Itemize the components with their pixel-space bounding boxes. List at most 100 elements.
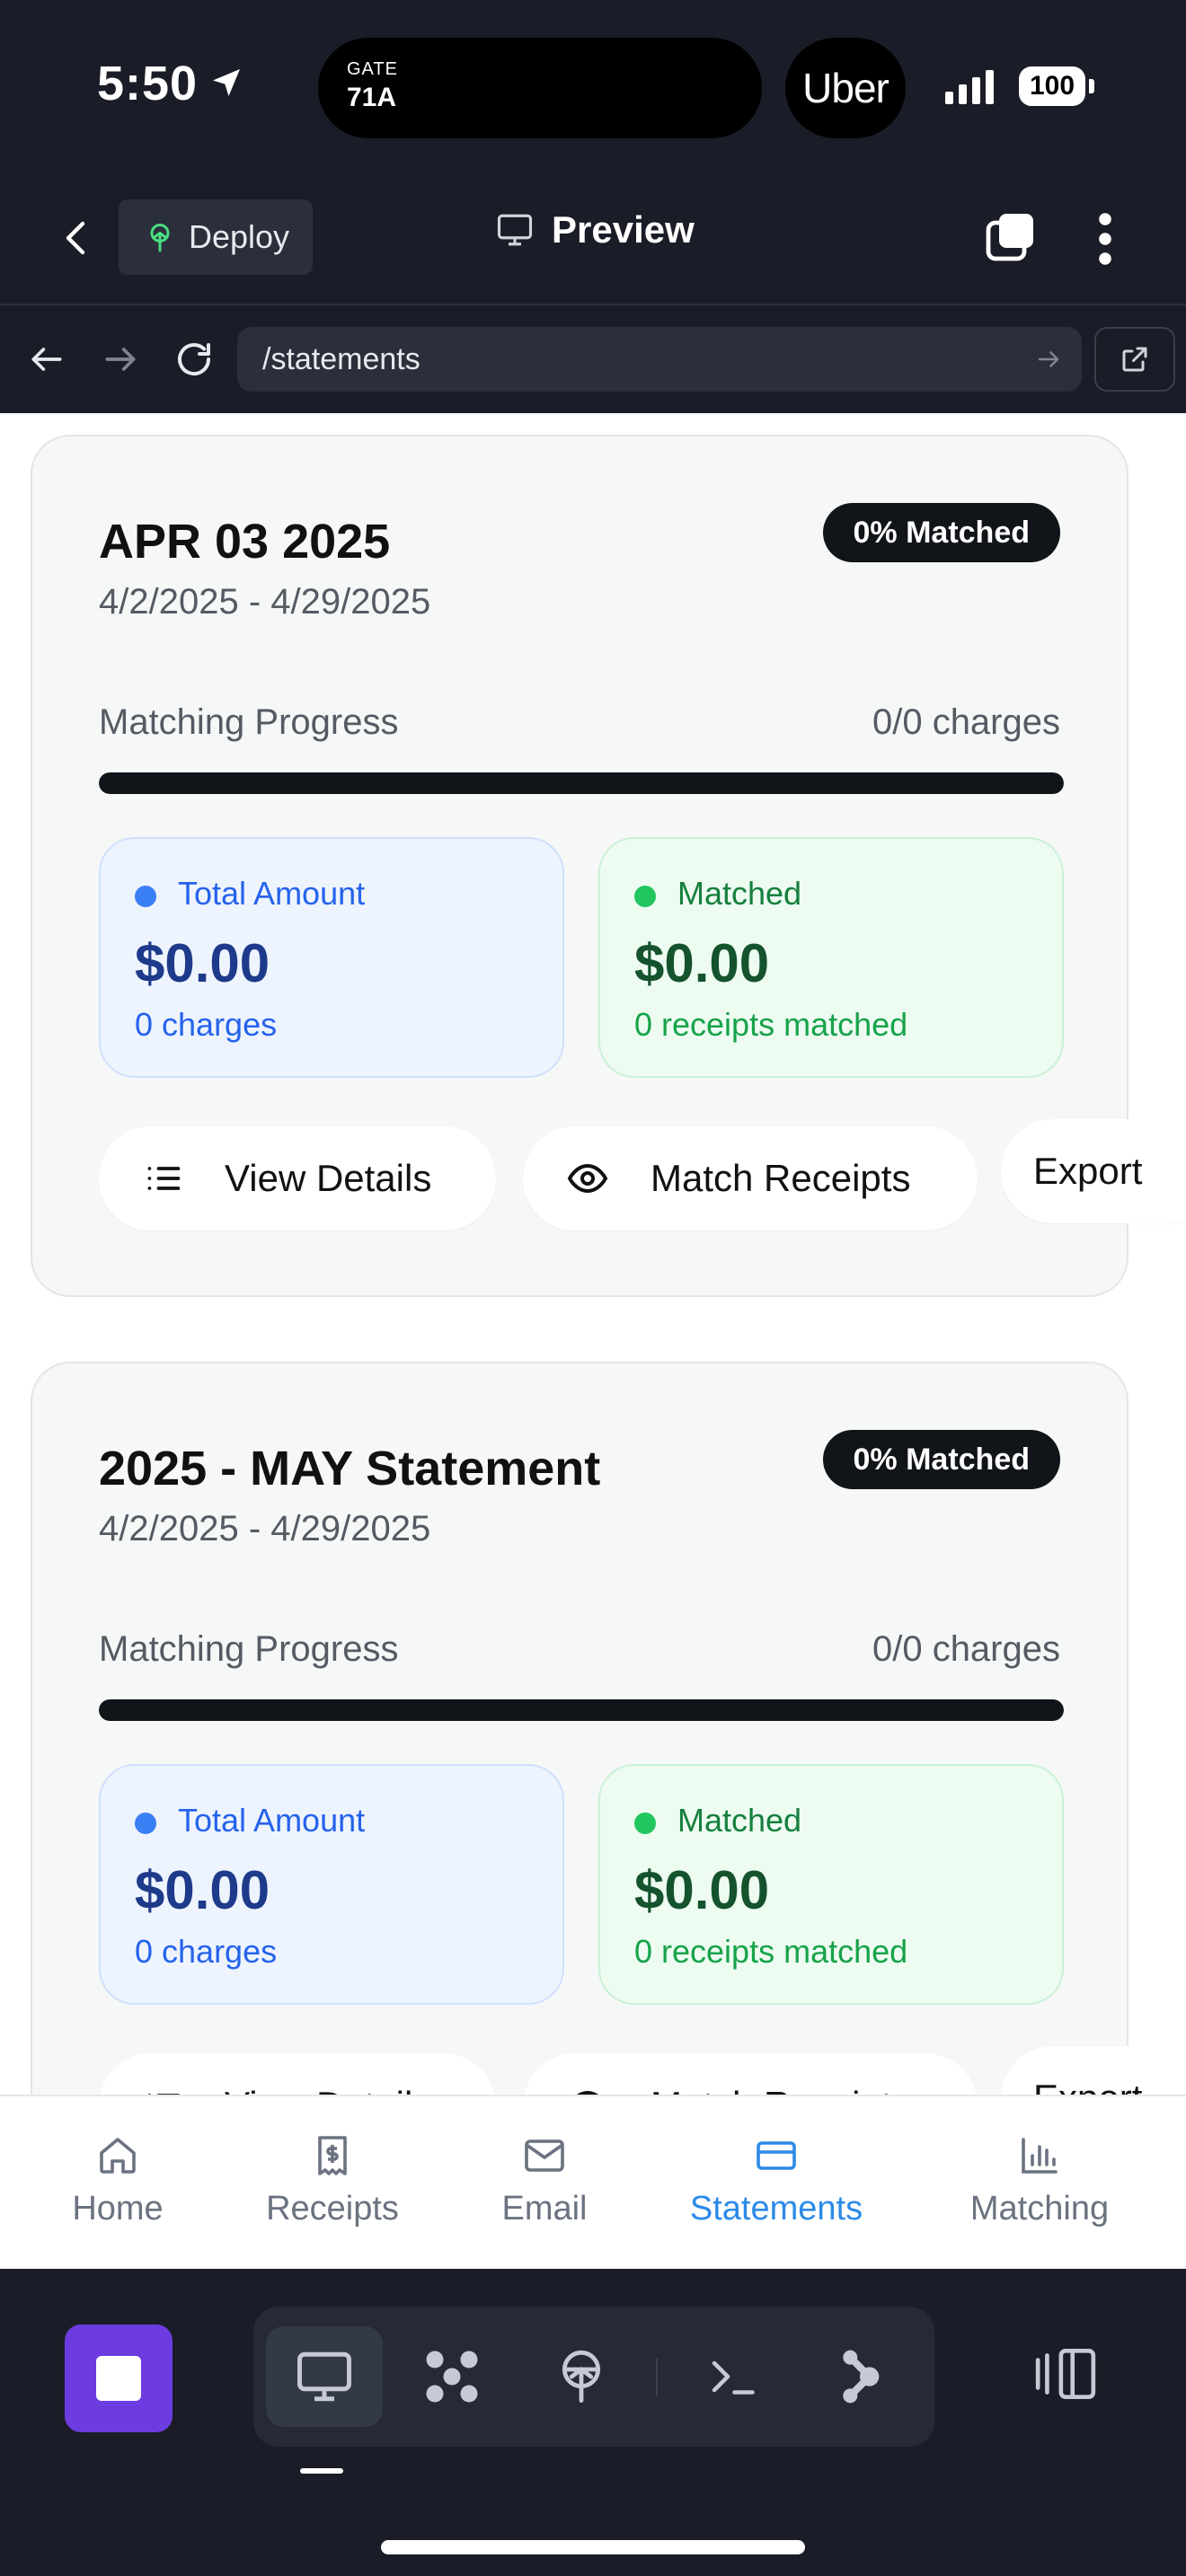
url-input[interactable]: /statements — [237, 327, 1082, 392]
back-chevron-icon[interactable] — [56, 214, 99, 262]
list-icon — [147, 1167, 181, 1190]
statement-dates: 4/2/2025 - 4/29/2025 — [99, 1509, 431, 1548]
monitor-icon — [497, 214, 533, 246]
matched-amount-value: $0.00 — [634, 933, 770, 993]
tabs-icon[interactable] — [981, 208, 1039, 266]
nav-label-matching: Matching — [969, 2190, 1110, 2228]
tool-components[interactable] — [394, 2326, 510, 2427]
match-receipts-button[interactable]: Match Receipts — [523, 2053, 978, 2095]
more-options-icon[interactable] — [1094, 210, 1116, 268]
preview-label: Preview — [552, 208, 695, 251]
arrow-right-icon[interactable] — [101, 340, 140, 379]
status-bar: 5:50 GATE 71A Uber 100 — [0, 0, 1186, 171]
panel-toggle-icon[interactable] — [1033, 2346, 1098, 2402]
deploy-icon — [150, 224, 170, 252]
progress-bar — [99, 1699, 1064, 1721]
match-receipts-label: Match Receipts — [651, 1157, 911, 1199]
list-icon — [147, 2094, 181, 2095]
toolbar-divider — [656, 2359, 658, 2396]
match-receipts-label: Match Receipts — [651, 2084, 910, 2095]
total-amount-label: Total Amount — [178, 1802, 366, 1839]
active-tool-indicator — [300, 2468, 343, 2474]
desktop-icon — [297, 2351, 351, 2402]
battery-icon: 100 — [1019, 66, 1085, 106]
deploy-button[interactable]: Deploy — [119, 199, 313, 275]
tool-deploy[interactable] — [523, 2326, 640, 2427]
eye-icon — [567, 1163, 608, 1194]
nav-label-home: Home — [72, 2190, 164, 2228]
nav-item-email[interactable]: Email — [446, 2134, 643, 2228]
matched-panel: Matched $0.00 0 receipts matched — [598, 1764, 1064, 2005]
matched-panel: Matched $0.00 0 receipts matched — [598, 837, 1064, 1078]
mail-icon — [525, 2139, 564, 2172]
nav-item-matching[interactable]: Matching — [941, 2134, 1138, 2228]
external-link-icon — [1122, 347, 1147, 372]
battery-tip — [1089, 79, 1094, 93]
eye-icon — [577, 2090, 598, 2095]
bottom-navigation: Home Receipts Email Statements Matching — [0, 2095, 1186, 2269]
statement-dates: 4/2/2025 - 4/29/2025 — [99, 582, 431, 622]
bar-chart-icon — [1022, 2138, 1058, 2174]
tool-preview[interactable] — [266, 2326, 383, 2427]
nav-label-receipts: Receipts — [266, 2190, 399, 2228]
view-details-button[interactable]: View Details — [99, 2053, 496, 2095]
progress-fill — [99, 772, 1064, 794]
progress-fill — [99, 1699, 1064, 1721]
cellular-signal-icon — [945, 70, 994, 104]
match-status-badge: 0% Matched — [822, 503, 1060, 562]
match-status-badge: 0% Matched — [822, 1430, 1060, 1489]
stop-icon — [96, 2356, 141, 2401]
activity-value: 71A — [347, 83, 397, 112]
tool-terminal[interactable] — [674, 2326, 791, 2427]
home-indicator — [381, 2540, 805, 2554]
status-time: 5:50 — [97, 57, 199, 110]
matched-label: Matched — [677, 1802, 802, 1839]
match-receipts-button[interactable]: Match Receipts — [523, 1126, 978, 1231]
export-label: Export — [1033, 1150, 1143, 1192]
arrow-left-icon[interactable] — [27, 340, 66, 379]
deploy-icon — [562, 2350, 601, 2404]
nav-label-statements: Statements — [689, 2190, 863, 2228]
open-external-button[interactable] — [1094, 327, 1175, 392]
go-arrow-icon[interactable] — [1035, 346, 1062, 373]
app-header: Deploy Preview — [0, 171, 1186, 305]
tool-integrations[interactable] — [801, 2326, 918, 2427]
matched-amount-value: $0.00 — [634, 1860, 770, 1920]
live-activity-pill: Uber — [785, 38, 906, 138]
progress-label: Matching Progress — [99, 1629, 399, 1669]
deploy-label: Deploy — [189, 218, 290, 255]
green-dot-icon — [634, 1813, 656, 1834]
total-amount-panel: Total Amount $0.00 0 charges — [99, 837, 564, 1078]
url-bar: /statements — [0, 307, 1186, 413]
receipt-icon — [318, 2136, 347, 2175]
total-amount-value: $0.00 — [135, 1860, 270, 1920]
location-arrow-icon — [213, 69, 240, 96]
progress-label: Matching Progress — [99, 702, 399, 742]
view-details-button[interactable]: View Details — [99, 1126, 496, 1231]
reload-icon[interactable] — [173, 338, 216, 381]
integrations-icon — [843, 2350, 880, 2404]
nav-item-receipts[interactable]: Receipts — [234, 2134, 431, 2228]
terminal-icon — [712, 2360, 755, 2395]
editor-toolbar — [0, 2269, 1186, 2576]
progress-count: 0/0 charges — [872, 702, 1060, 742]
blue-dot-icon — [135, 1813, 156, 1834]
total-amount-label: Total Amount — [178, 875, 366, 912]
statements-page: APR 03 2025 4/2/2025 - 4/29/2025 0% Matc… — [0, 413, 1186, 2095]
green-dot-icon — [634, 886, 656, 907]
export-label: Export — [1033, 2077, 1142, 2095]
preview-title: Preview — [494, 208, 695, 251]
export-button[interactable]: Export — [1001, 1119, 1186, 1223]
nav-item-statements[interactable]: Statements — [677, 2134, 875, 2228]
url-text: /statements — [262, 341, 420, 376]
components-icon — [426, 2351, 478, 2403]
total-charges-count: 0 charges — [135, 1006, 278, 1043]
nav-item-home[interactable]: Home — [19, 2134, 217, 2228]
tool-group — [253, 2307, 934, 2447]
stop-button[interactable] — [65, 2325, 173, 2432]
home-icon — [100, 2138, 136, 2174]
receipts-matched-count: 0 receipts matched — [634, 1933, 908, 1970]
statement-card: APR 03 2025 4/2/2025 - 4/29/2025 0% Matc… — [31, 435, 1186, 1297]
export-button[interactable]: Export — [1001, 2046, 1186, 2095]
statement-card: 2025 - MAY Statement 4/2/2025 - 4/29/202… — [31, 1362, 1186, 2095]
